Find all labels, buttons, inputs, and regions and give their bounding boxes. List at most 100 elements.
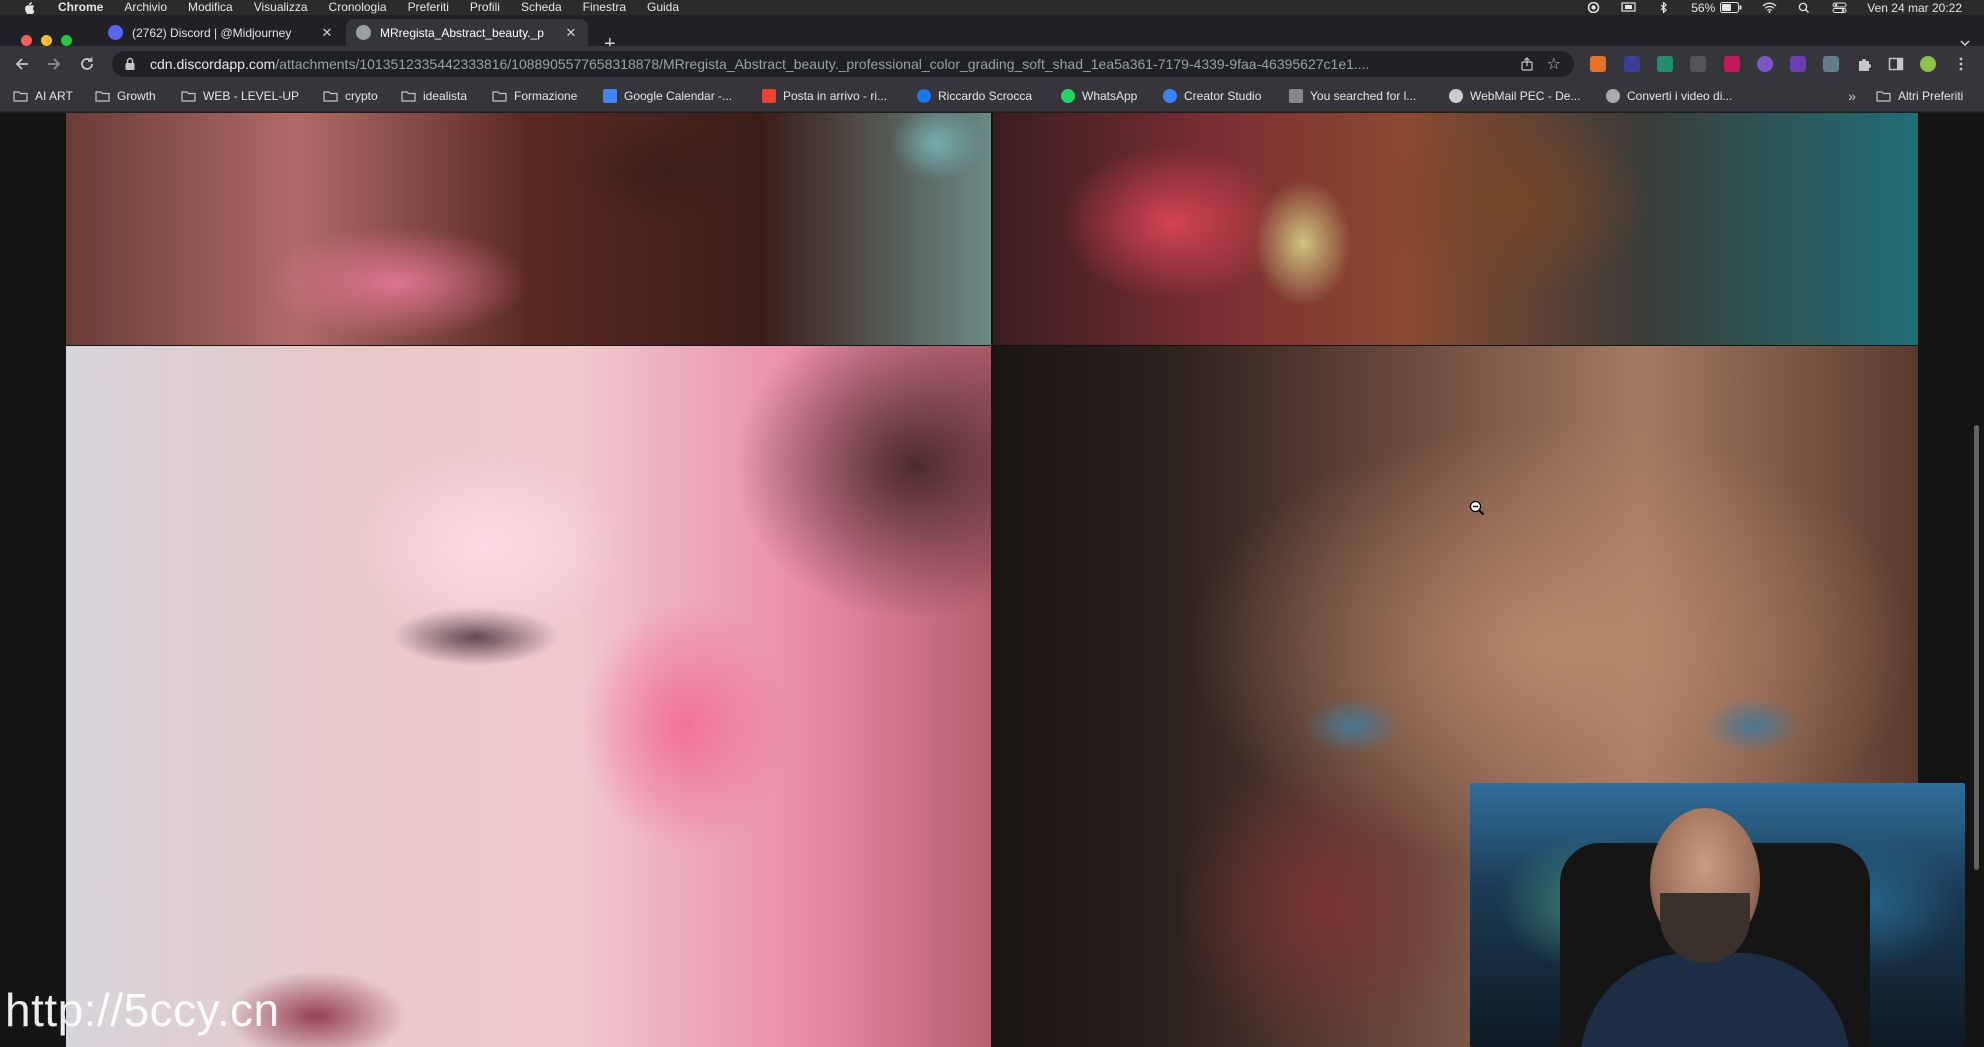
window-zoom-button[interactable] [61,35,72,46]
vertical-scrollbar[interactable] [1974,425,1979,870]
extension-icon[interactable] [1757,56,1773,72]
star-icon[interactable]: ☆ [1547,54,1561,74]
bookmark-label: WebMail PEC - De... [1470,89,1581,103]
spotlight-search-icon[interactable] [1797,2,1812,13]
puzzle-icon[interactable] [1856,56,1872,72]
watermark-text: http://5ccy.cn [5,984,280,1036]
menu-scheda[interactable]: Scheda [521,0,562,15]
meta-icon [1163,89,1177,103]
apple-icon[interactable] [22,1,36,14]
bookmark-search[interactable]: You searched for l... [1289,89,1416,103]
share-icon[interactable] [1520,57,1534,71]
discord-favicon-icon [108,25,123,40]
extension-icon[interactable] [1657,56,1673,72]
forward-arrow-icon[interactable] [45,55,63,73]
bookmark-folder[interactable]: idealista [401,89,467,103]
globe-favicon-icon [356,25,371,40]
bookmark-label: Growth [117,89,156,103]
lock-icon[interactable] [124,57,136,71]
bookmarks-overflow-icon[interactable]: » [1848,88,1856,104]
bookmark-label: AI ART [35,89,73,103]
bookmark-label: WhatsApp [1082,89,1138,103]
window-close-button[interactable] [21,35,32,46]
bookmark-facebook[interactable]: Riccardo Scrocca [917,89,1032,103]
bookmark-folder[interactable]: WEB - LEVEL-UP [181,89,299,103]
tab-title: MRregista_Abstract_beauty._p [380,25,544,40]
url-host: cdn.discordapp.com [150,56,276,72]
bookmark-other-folder[interactable]: Altri Preferiti [1876,89,1963,103]
image-quadrant-top-left[interactable] [66,113,991,345]
bookmark-google-calendar[interactable]: Google Calendar -... [603,89,732,103]
bookmark-folder[interactable]: Growth [95,89,156,103]
screen-mirroring-icon[interactable] [1621,2,1636,13]
record-icon[interactable] [1586,2,1601,13]
menu-app-chrome[interactable]: Chrome [58,0,103,15]
close-icon[interactable]: ✕ [564,25,578,41]
extension-icon[interactable] [1790,56,1806,72]
close-icon[interactable]: ✕ [320,25,334,41]
menu-profili[interactable]: Profili [470,0,500,15]
page-icon [1289,89,1303,103]
bookmark-folder[interactable]: AI ART [13,89,73,103]
bookmark-label: Converti i video di... [1627,89,1733,103]
convert-icon [1606,89,1620,103]
extension-metamask-icon[interactable] [1590,56,1606,72]
tab-discord[interactable]: (2762) Discord | @Midjourney ✕ [98,19,344,46]
browser-toolbar: cdn.discordapp.com/attachments/101351233… [0,46,1984,82]
bookmark-folder[interactable]: crypto [323,89,378,103]
bookmarks-bar: AI ART Growth WEB - LEVEL-UP crypto idea… [0,82,1984,112]
extension-icon[interactable] [1823,56,1839,72]
menubar-status-area: 56% Ven 24 mar 20:22 [1586,0,1962,15]
address-bar[interactable]: cdn.discordapp.com/attachments/101351233… [112,51,1574,77]
bookmark-label: crypto [345,89,378,103]
webcam-overlay [1470,783,1965,1047]
bluetooth-icon[interactable] [1656,2,1671,13]
bookmark-label: Google Calendar -... [624,89,733,103]
bookmark-label: Riccardo Scrocca [938,89,1033,103]
calendar-icon [603,89,617,103]
facebook-icon [917,89,931,103]
macos-menu-bar: Chrome Archivio Modifica Visualizza Cron… [0,0,1984,15]
battery-icon [1720,2,1742,13]
extension-icon[interactable] [1624,56,1640,72]
bookmark-folder[interactable]: Formazione [492,89,577,103]
gmail-icon [762,89,776,103]
bookmark-whatsapp[interactable]: WhatsApp [1061,89,1137,103]
menubar-clock[interactable]: Ven 24 mar 20:22 [1867,1,1962,15]
side-panel-icon[interactable] [1888,56,1904,72]
menu-visualizza[interactable]: Visualizza [254,0,308,15]
battery-percentage: 56% [1691,0,1716,15]
bookmark-creator-studio[interactable]: Creator Studio [1163,89,1261,103]
folder-icon [181,91,196,102]
avatar[interactable] [1920,56,1936,72]
folder-icon [323,91,338,102]
bookmark-webmail-pec[interactable]: WebMail PEC - De... [1449,89,1580,103]
menu-finestra[interactable]: Finestra [583,0,626,15]
menu-archivio[interactable]: Archivio [124,0,167,15]
image-quadrant-bottom-left[interactable] [66,346,991,1047]
bookmark-label: WEB - LEVEL-UP [203,89,300,103]
menu-guida[interactable]: Guida [647,0,679,15]
tab-image[interactable]: MRregista_Abstract_beauty._p ✕ [346,19,588,46]
image-quadrant-top-right[interactable] [993,113,1918,345]
url-path: /attachments/1013512335442333816/1088905… [275,56,1370,72]
reload-icon[interactable] [78,55,96,73]
bookmark-label: idealista [423,89,468,103]
window-minimize-button[interactable] [41,35,52,46]
bookmark-gmail[interactable]: Posta in arrivo - ri... [762,89,887,103]
kebab-menu-icon[interactable] [1953,56,1969,72]
wifi-icon[interactable] [1762,2,1777,13]
menu-modifica[interactable]: Modifica [188,0,233,15]
whatsapp-icon [1061,89,1075,103]
tab-title: (2762) Discord | @Midjourney [132,25,292,40]
menu-preferiti[interactable]: Preferiti [408,0,449,15]
control-center-icon[interactable] [1832,2,1847,13]
bookmark-converti-video[interactable]: Converti i video di... [1606,89,1732,103]
menu-cronologia[interactable]: Cronologia [329,0,387,15]
bookmark-label: Creator Studio [1184,89,1262,103]
extension-icon[interactable] [1724,56,1740,72]
battery-indicator[interactable]: 56% [1691,1,1742,15]
bookmark-label: Formazione [514,89,578,103]
extension-icon[interactable] [1690,56,1706,72]
back-arrow-icon[interactable] [13,55,31,73]
